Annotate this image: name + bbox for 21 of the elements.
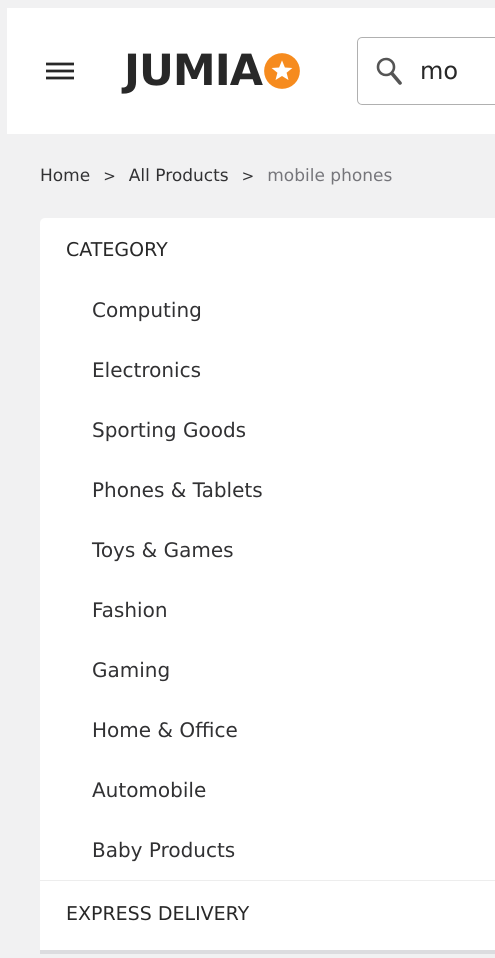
category-link[interactable]: Gaming — [40, 640, 495, 700]
category-link[interactable]: Fashion — [40, 580, 495, 640]
breadcrumb-separator: > — [242, 167, 254, 185]
filter-heading[interactable]: CATEGORY — [40, 218, 495, 280]
category-link[interactable]: Electronics — [40, 340, 495, 400]
breadcrumb-separator: > — [103, 167, 116, 185]
category-link[interactable]: Baby Products — [40, 820, 495, 880]
star-logo-icon — [262, 52, 301, 90]
category-link[interactable]: Home & Office — [40, 700, 495, 760]
category-link[interactable]: Computing — [40, 280, 495, 340]
category-link[interactable]: Phones & Tablets — [40, 460, 495, 520]
category-link[interactable]: Automobile — [40, 760, 495, 820]
search-field[interactable]: mo — [356, 37, 495, 105]
category-link[interactable]: Sporting Goods — [40, 400, 495, 460]
search-icon — [374, 56, 403, 86]
filter-heading[interactable]: EXPRESS DELIVERY — [40, 881, 495, 949]
category-link[interactable]: Toys & Games — [40, 520, 495, 580]
breadcrumb-link[interactable]: All Products — [128, 166, 229, 186]
logo-text[interactable]: JUMIA — [124, 50, 262, 92]
breadcrumb-link[interactable]: Home — [40, 166, 90, 186]
breadcrumb-current: mobile phones — [267, 166, 392, 186]
